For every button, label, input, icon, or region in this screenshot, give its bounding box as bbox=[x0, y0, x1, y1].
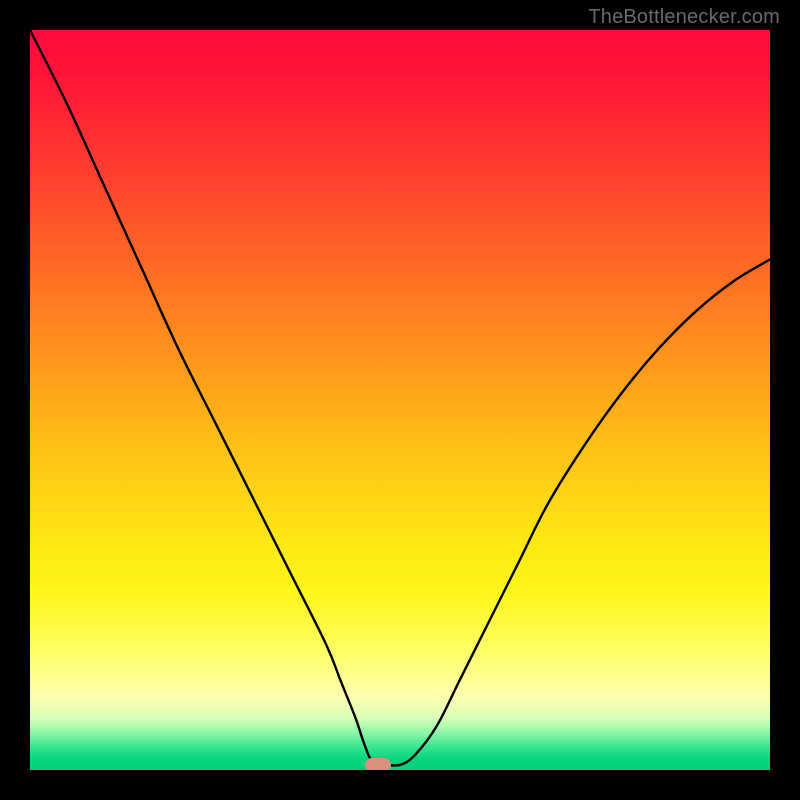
chart-stage: TheBottlenecker.com bbox=[0, 0, 800, 800]
curve-path bbox=[30, 30, 770, 766]
watermark-text: TheBottlenecker.com bbox=[588, 6, 780, 29]
min-marker bbox=[365, 758, 391, 770]
plot-area bbox=[30, 30, 770, 770]
bottleneck-curve bbox=[30, 30, 770, 770]
